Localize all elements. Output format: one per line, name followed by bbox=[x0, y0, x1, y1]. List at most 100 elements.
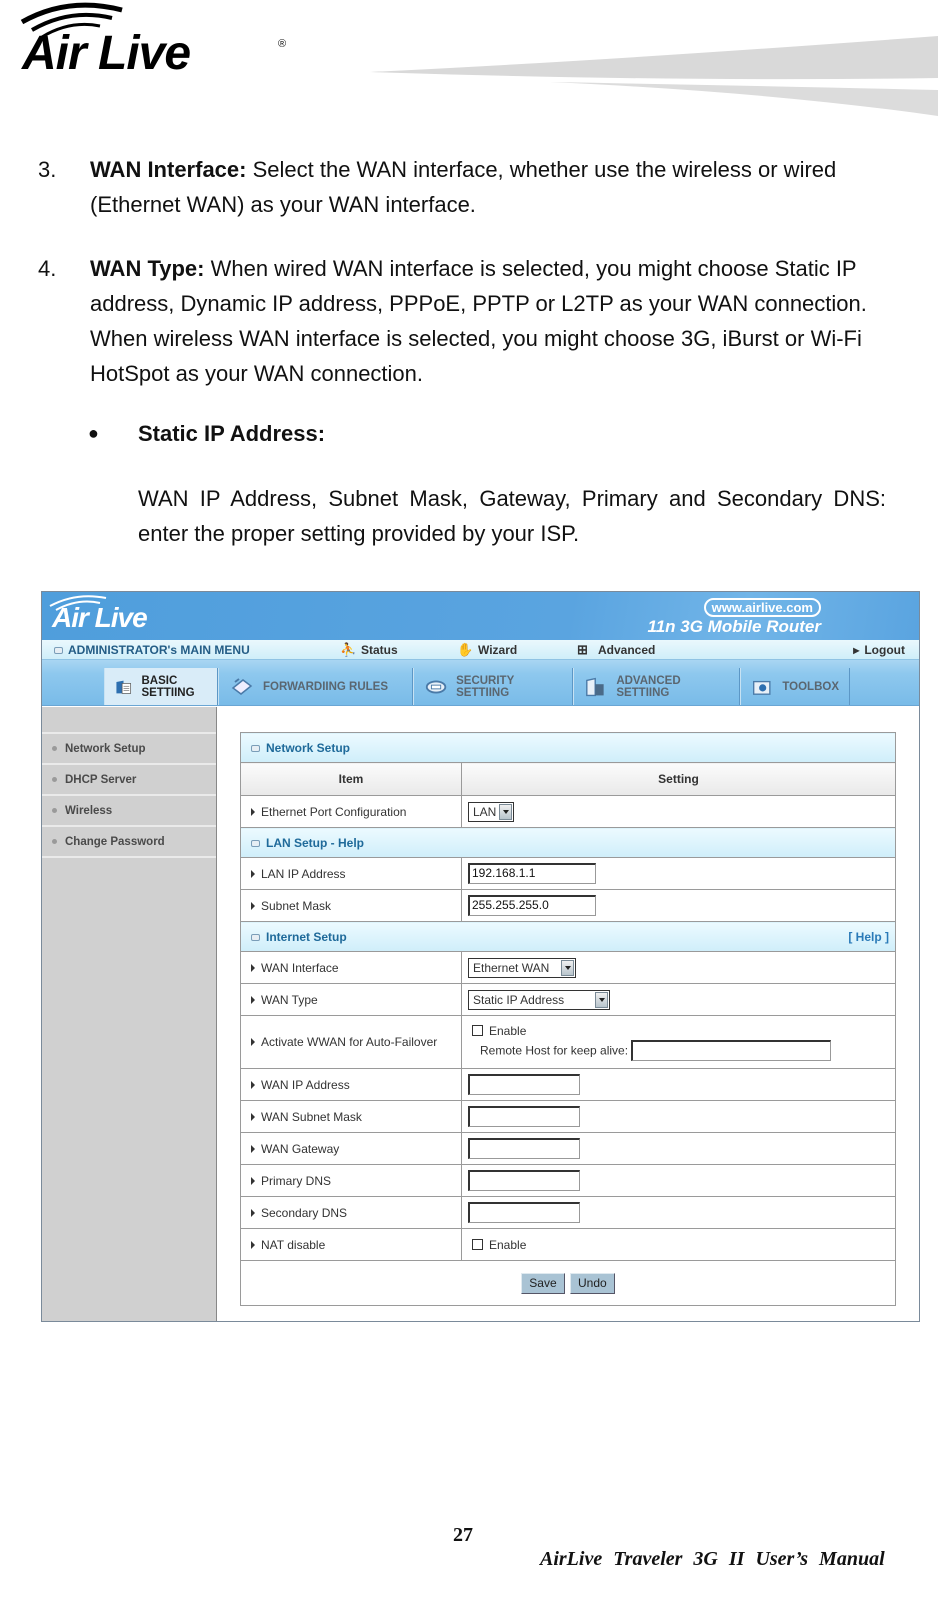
bullet-icon: ● bbox=[88, 423, 99, 443]
table-row: WAN IP Address bbox=[240, 1068, 896, 1101]
triangle-right-icon bbox=[251, 1038, 255, 1046]
main-menu-title: ADMINISTRATOR's MAIN MENU bbox=[54, 643, 250, 657]
ethernet-port-select[interactable]: LAN bbox=[468, 801, 514, 822]
triangle-right-icon bbox=[251, 963, 255, 972]
registered-mark: ® bbox=[278, 38, 287, 50]
router-logo: Air Live bbox=[52, 602, 148, 633]
triangle-right-icon: ▶ bbox=[853, 645, 860, 655]
nat-enable-checkbox[interactable] bbox=[472, 1239, 483, 1251]
main-menu-bar: ADMINISTRATOR's MAIN MENU ⛹ Status ✋ Wiz… bbox=[42, 640, 919, 660]
tab-basic-setting[interactable]: BASIC SETTIING bbox=[104, 668, 218, 705]
manual-title: AirLive Traveler 3G II User’s Manual bbox=[540, 1548, 885, 1570]
sidebar-item-change-password[interactable]: Change Password bbox=[42, 827, 216, 858]
chevron-down-icon bbox=[499, 803, 512, 820]
bullet-dot-icon bbox=[52, 777, 57, 782]
section-wan-type: WAN Type: When wired WAN interface is se… bbox=[90, 251, 880, 391]
sidebar-item-network-setup[interactable]: Network Setup bbox=[42, 734, 216, 765]
section-header-internet-setup: Internet Setup[ Help ] bbox=[240, 921, 896, 952]
settings-panel: Network Setup Item Setting Ethernet Port… bbox=[240, 732, 896, 1306]
remote-host-input[interactable] bbox=[631, 1040, 832, 1062]
forwarding-scroll-icon bbox=[231, 677, 253, 695]
section-wan-interface: WAN Interface: Select the WAN interface,… bbox=[90, 152, 880, 222]
table-row: Secondary DNS bbox=[240, 1196, 896, 1229]
undo-button[interactable]: Undo bbox=[570, 1272, 615, 1294]
column-header-item: Item bbox=[240, 762, 462, 796]
section-text: When wired WAN interface is selected, yo… bbox=[90, 256, 867, 386]
sidebar-item-dhcp-server[interactable]: DHCP Server bbox=[42, 765, 216, 796]
bullet-dot-icon bbox=[52, 808, 57, 813]
failover-enable-checkbox[interactable] bbox=[472, 1024, 483, 1036]
tab-forwarding-rules[interactable]: FORWARDIING RULES bbox=[218, 668, 413, 705]
tab-bar: BASIC SETTIING FORWARDIING RULES SECURIT… bbox=[42, 660, 919, 706]
wan-type-select[interactable]: Static IP Address bbox=[468, 989, 610, 1010]
table-row: Activate WWAN for Auto-Failover Enable R… bbox=[240, 1015, 896, 1069]
section-term: WAN Interface: bbox=[90, 157, 247, 182]
help-link[interactable]: [ Help ] bbox=[848, 930, 889, 944]
primary-dns-input[interactable] bbox=[468, 1170, 580, 1191]
bullet-dot-icon bbox=[52, 746, 57, 751]
table-row: Ethernet Port Configuration LAN bbox=[240, 795, 896, 828]
logo-text: Air Live bbox=[22, 27, 191, 80]
save-button[interactable]: Save bbox=[521, 1272, 565, 1294]
wan-ip-input[interactable] bbox=[468, 1074, 580, 1095]
bullet-title: Static IP Address: bbox=[138, 421, 326, 446]
lan-setup-help-link[interactable]: LAN Setup - Help bbox=[266, 836, 364, 850]
table-row: WAN Interface Ethernet WAN bbox=[240, 951, 896, 984]
triangle-right-icon bbox=[251, 1112, 255, 1121]
section-number: 3. bbox=[38, 157, 57, 182]
column-header-setting: Setting bbox=[461, 762, 896, 796]
bullet-dot-icon bbox=[52, 839, 57, 844]
table-row: WAN Type Static IP Address bbox=[240, 983, 896, 1016]
wizard-hands-icon: ✋ bbox=[457, 642, 474, 657]
section-square-icon bbox=[251, 744, 260, 752]
table-row: WAN Gateway bbox=[240, 1132, 896, 1165]
router-header: Air Live www.airlive.com 11n 3G Mobile R… bbox=[42, 592, 919, 640]
triangle-right-icon bbox=[251, 1240, 255, 1249]
triangle-right-icon bbox=[251, 901, 255, 910]
wan-interface-select[interactable]: Ethernet WAN bbox=[468, 957, 576, 978]
sidebar-item-wireless[interactable]: Wireless bbox=[42, 796, 216, 827]
toolbox-gear-icon bbox=[753, 680, 771, 695]
tab-advanced-setting[interactable]: ADVANCED SETTIING bbox=[573, 668, 740, 705]
wan-subnet-input[interactable] bbox=[468, 1106, 580, 1127]
tab-security-setting[interactable]: SECURITY SETTIING bbox=[413, 668, 573, 705]
table-row: Primary DNS bbox=[240, 1164, 896, 1197]
website-link[interactable]: www.airlive.com bbox=[703, 598, 821, 617]
advanced-map-icon bbox=[586, 677, 604, 696]
page-number: 27 bbox=[453, 1524, 473, 1546]
triangle-right-icon bbox=[251, 995, 255, 1004]
secondary-dns-input[interactable] bbox=[468, 1202, 580, 1223]
subnet-mask-input[interactable]: 255.255.255.0 bbox=[468, 895, 596, 916]
bullet-description: WAN IP Address, Subnet Mask, Gateway, Pr… bbox=[138, 486, 886, 546]
triangle-right-icon bbox=[251, 1208, 255, 1217]
section-header-network-setup: Network Setup bbox=[240, 732, 896, 763]
product-name: 11n 3G Mobile Router bbox=[647, 617, 822, 636]
section-square-icon bbox=[251, 933, 260, 941]
triangle-right-icon bbox=[251, 807, 255, 816]
menu-wizard[interactable]: ✋ Wizard bbox=[457, 642, 517, 658]
triangle-right-icon bbox=[251, 1176, 255, 1185]
triangle-right-icon bbox=[251, 1080, 255, 1089]
table-row: NAT disable Enable bbox=[240, 1228, 896, 1261]
section-square-icon bbox=[251, 839, 260, 847]
airlive-logo: Air Live ® bbox=[10, 0, 286, 80]
menu-advanced[interactable]: ⊞ Advanced bbox=[577, 642, 655, 658]
triangle-right-icon bbox=[251, 1144, 255, 1153]
tab-toolbox[interactable]: TOOLBOX bbox=[740, 668, 850, 705]
section-term: WAN Type: bbox=[90, 256, 205, 281]
table-header-row: Item Setting bbox=[240, 762, 896, 796]
lan-ip-input[interactable]: 192.168.1.1 bbox=[468, 863, 596, 884]
action-row: Save Undo bbox=[240, 1260, 896, 1306]
wan-gateway-input[interactable] bbox=[468, 1138, 580, 1159]
network-settings-table: Network Setup Item Setting Ethernet Port… bbox=[240, 732, 896, 1306]
table-row: LAN IP Address 192.168.1.1 bbox=[240, 857, 896, 890]
status-person-icon: ⛹ bbox=[340, 642, 357, 657]
header-swoosh-decoration bbox=[370, 36, 938, 116]
advanced-map-icon: ⊞ bbox=[577, 642, 588, 657]
menu-status[interactable]: ⛹ Status bbox=[340, 642, 398, 658]
folder-document-icon bbox=[116, 680, 132, 694]
chevron-down-icon bbox=[561, 959, 574, 976]
chevron-down-icon bbox=[595, 991, 608, 1008]
menu-logout[interactable]: ▶ Logout bbox=[853, 643, 905, 657]
section-header-lan-setup: LAN Setup - Help bbox=[240, 827, 896, 858]
